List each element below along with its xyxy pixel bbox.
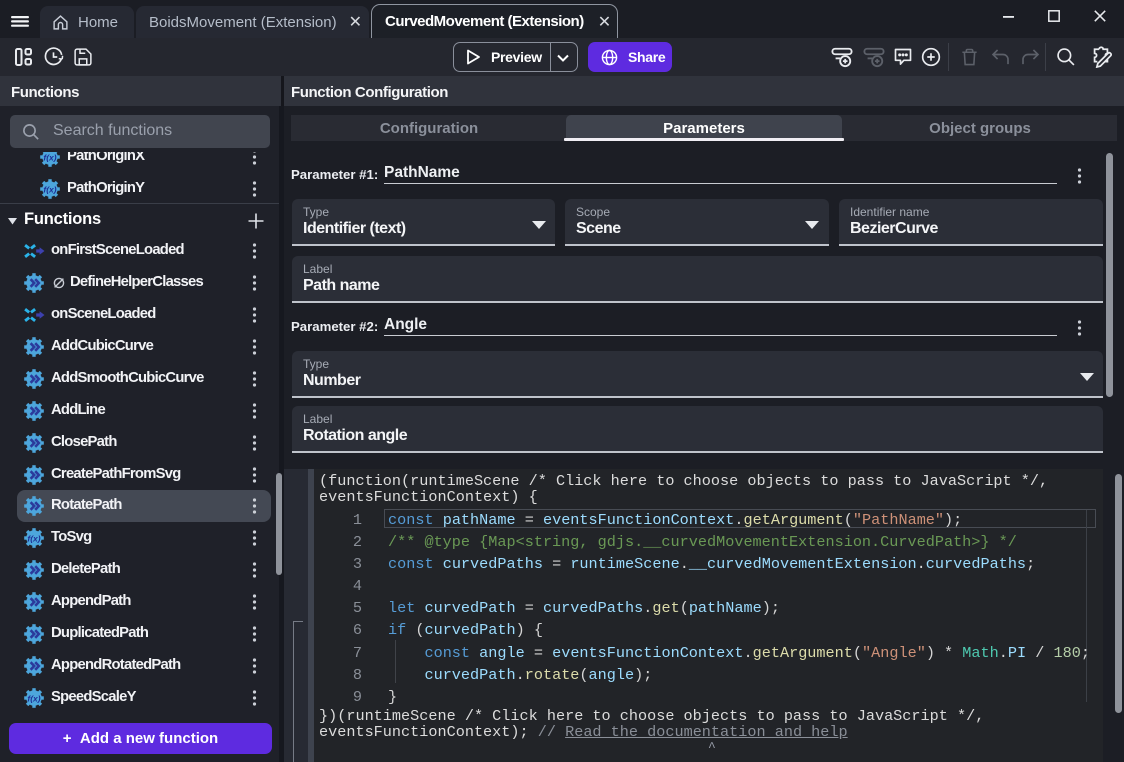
svg-text:f(x): f(x) xyxy=(27,693,40,703)
svg-text:f(x): f(x) xyxy=(27,533,40,543)
svg-text:f(x): f(x) xyxy=(43,184,56,194)
svg-text:f(x): f(x) xyxy=(43,152,56,162)
